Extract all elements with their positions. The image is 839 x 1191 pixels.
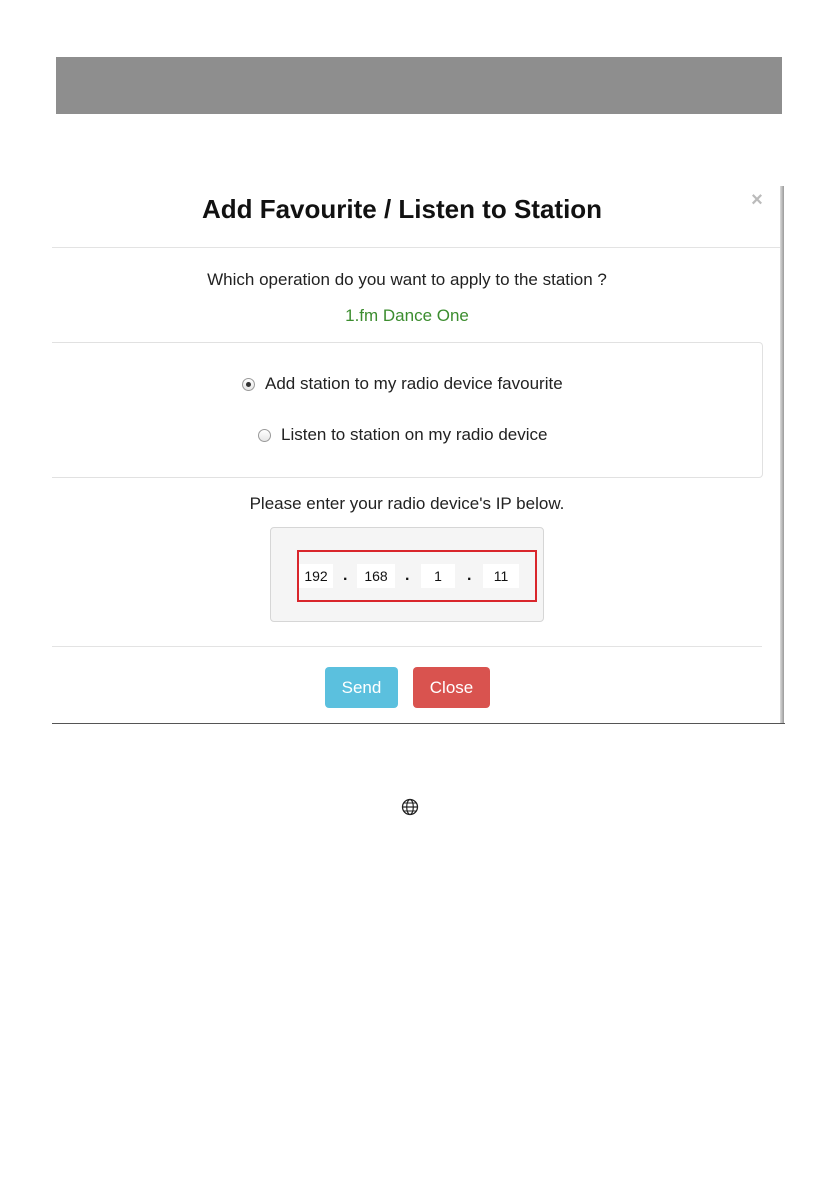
close-icon[interactable]: × bbox=[747, 188, 767, 212]
option-listen-label: Listen to station on my radio device bbox=[281, 425, 548, 444]
operation-options-panel: Add station to my radio device favourite… bbox=[52, 342, 763, 478]
ip-octet-2[interactable] bbox=[357, 564, 395, 588]
option-add-favourite[interactable]: Add station to my radio device favourite bbox=[242, 374, 563, 394]
ip-octet-4[interactable] bbox=[483, 564, 519, 588]
close-button[interactable]: Close bbox=[413, 667, 490, 708]
globe-icon bbox=[401, 798, 419, 816]
ip-separator: . bbox=[405, 567, 410, 584]
option-add-favourite-label: Add station to my radio device favourite bbox=[265, 374, 563, 393]
ip-address-highlight: . . . bbox=[297, 550, 537, 602]
top-gray-bar bbox=[56, 57, 782, 114]
footer-divider bbox=[52, 646, 762, 647]
modal-scroll-edge bbox=[780, 186, 784, 723]
modal-title: Add Favourite / Listen to Station bbox=[201, 194, 603, 224]
ip-prompt: Please enter your radio device's IP belo… bbox=[249, 494, 565, 513]
operation-question: Which operation do you want to apply to … bbox=[207, 270, 607, 289]
send-button[interactable]: Send bbox=[325, 667, 398, 708]
radio-add-favourite[interactable] bbox=[242, 377, 255, 391]
add-favourite-modal: Add Favourite / Listen to Station × Whic… bbox=[52, 186, 785, 724]
radio-listen-to-station[interactable] bbox=[258, 428, 271, 442]
ip-input-well: . . . bbox=[270, 527, 544, 622]
ip-octet-3[interactable] bbox=[421, 564, 455, 588]
ip-octet-1[interactable] bbox=[299, 564, 333, 588]
option-listen-to-station[interactable]: Listen to station on my radio device bbox=[258, 425, 547, 445]
ip-separator: . bbox=[467, 567, 472, 584]
header-divider bbox=[52, 247, 780, 248]
station-name: 1.fm Dance One bbox=[345, 306, 469, 325]
ip-separator: . bbox=[343, 567, 348, 584]
